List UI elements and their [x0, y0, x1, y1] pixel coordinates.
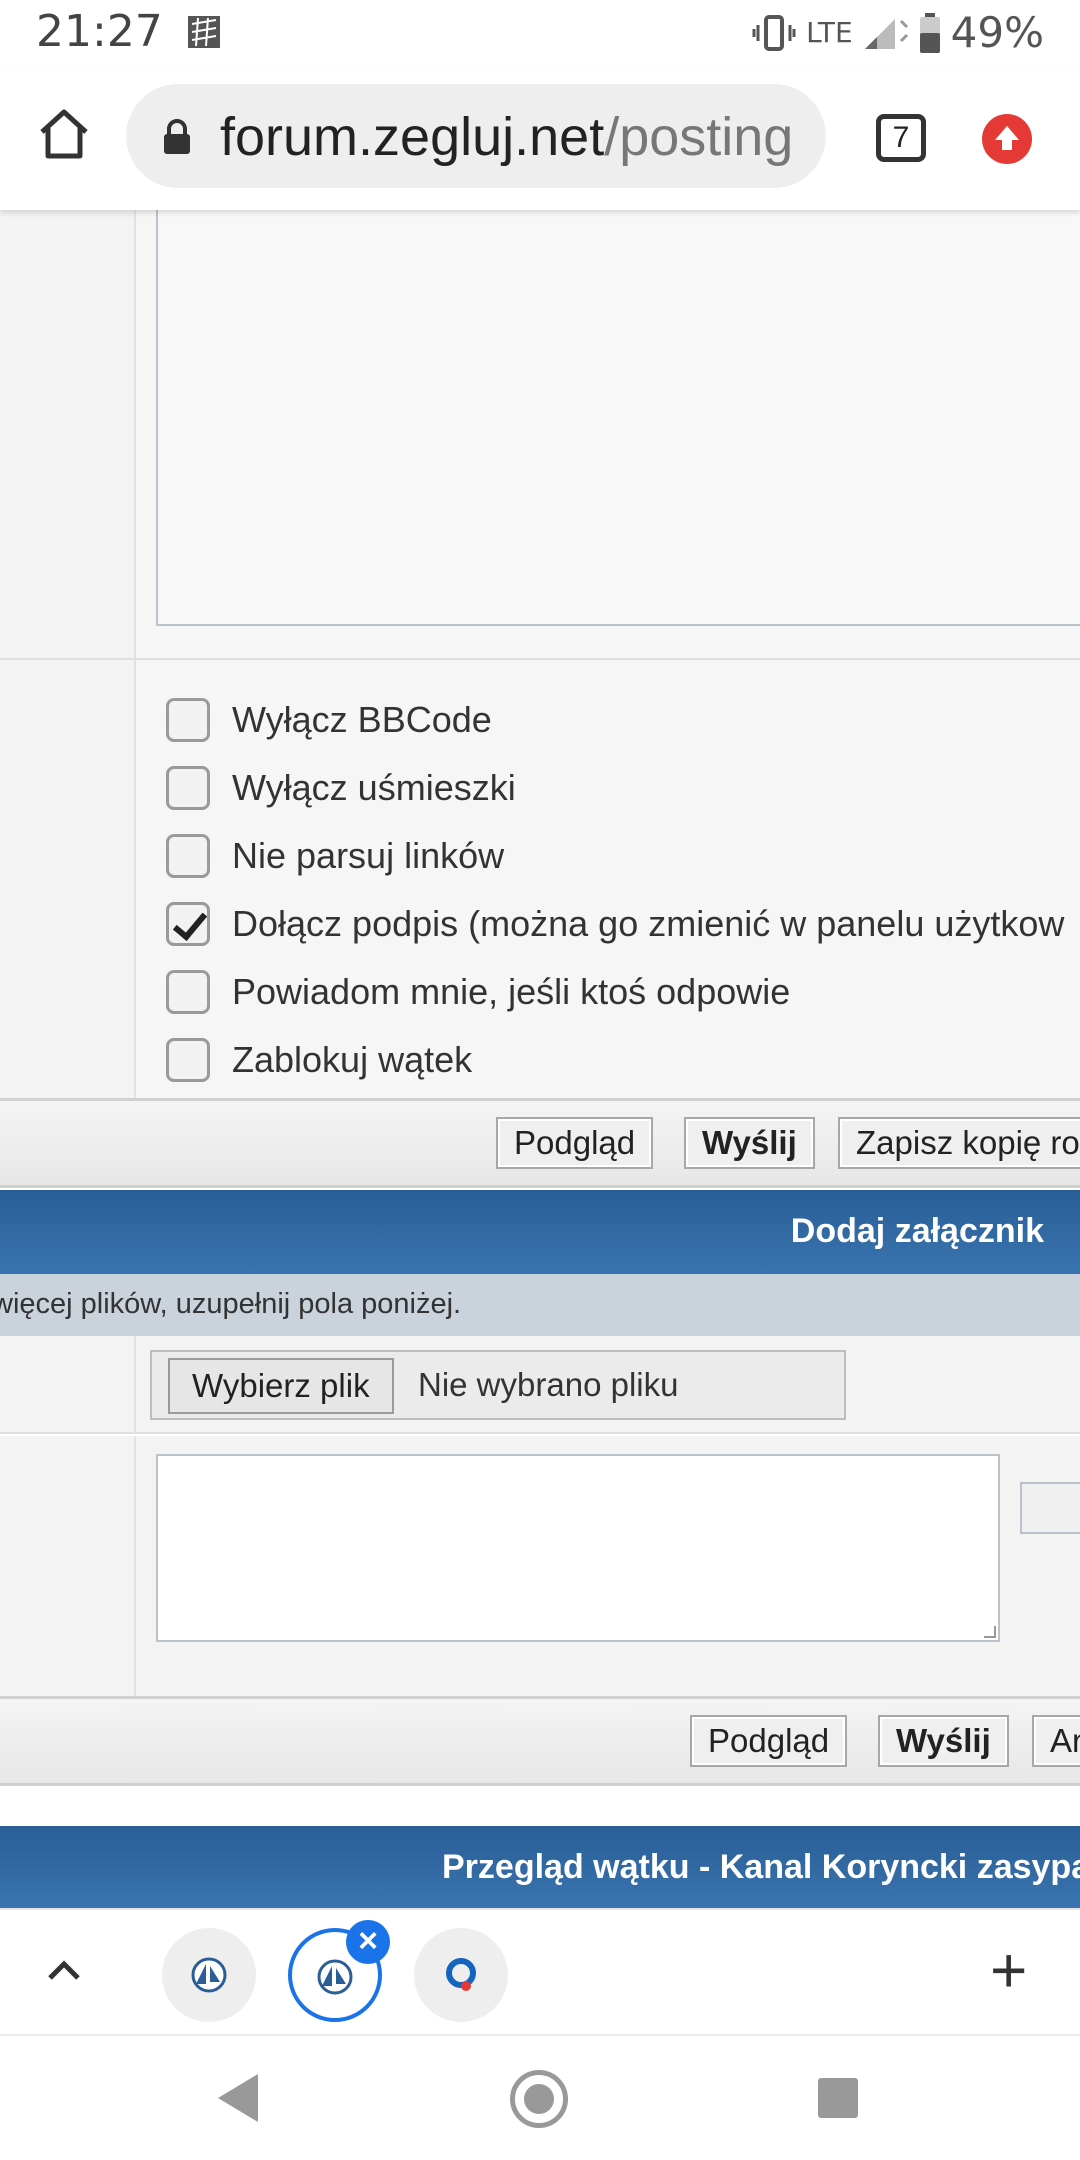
message-textarea[interactable]: [156, 210, 1080, 626]
add-file-button[interactable]: [1020, 1482, 1080, 1534]
file-comment-row: [0, 1436, 1080, 1700]
url-path: /posting: [604, 107, 794, 167]
option-disable-bbcode[interactable]: Wyłącz BBCode: [166, 694, 492, 746]
status-time: 21:27: [36, 6, 163, 57]
option-disable-smilies[interactable]: Wyłącz uśmieszki: [166, 762, 516, 814]
site-logo-icon: [446, 1958, 476, 1991]
file-status: Nie wybrano pliku: [418, 1366, 679, 1403]
checkbox[interactable]: [166, 834, 210, 878]
option-label: Nie parsuj linków: [232, 835, 505, 876]
thread-review-header: Przegląd wątku - Kanal Koryncki zasypan: [0, 1826, 1080, 1908]
attachment-info-text: więcej plików, uzupełnij pola poniżej.: [0, 1288, 462, 1320]
attachment-title: Dodaj załącznik: [790, 1212, 1044, 1250]
checkbox[interactable]: [166, 970, 210, 1014]
option-lock-topic[interactable]: Zablokuj wątek: [166, 1034, 472, 1086]
browser-toolbar: forum.zegluj.net/posting 7: [0, 66, 1080, 210]
chevron-up-icon[interactable]: [44, 1950, 84, 1990]
url-host: forum.zegluj.net: [220, 107, 605, 167]
update-icon[interactable]: [982, 114, 1032, 164]
checkbox[interactable]: [166, 698, 210, 742]
file-input[interactable]: Wybierz plik Nie wybrano pliku: [150, 1350, 846, 1420]
status-bar: 21:27 LTE 49%: [0, 0, 1080, 66]
file-comment-textarea[interactable]: [156, 1454, 1000, 1642]
checkbox-checked[interactable]: [166, 902, 210, 946]
lock-icon: [164, 119, 190, 154]
submit-buttons-bottom: Podgląd Wyślij An: [0, 1696, 1080, 1786]
home-circle-icon[interactable]: [510, 2070, 568, 2128]
vibrate-icon: [752, 14, 796, 51]
close-icon[interactable]: ×: [346, 1920, 390, 1964]
attachment-info: więcej plików, uzupełnij pola poniżej.: [0, 1274, 1080, 1336]
system-nav-bar: [0, 2034, 1080, 2160]
option-label: Wyłącz uśmieszki: [232, 767, 516, 808]
resize-handle[interactable]: [984, 1626, 996, 1638]
battery-icon: [919, 12, 940, 53]
page-content: Wyłącz BBCode Wyłącz uśmieszki Nie parsu…: [0, 210, 1080, 1908]
preview-button[interactable]: Podgląd: [496, 1117, 654, 1169]
option-label: Dołącz podpis (można go zmienić w panelu…: [232, 903, 1065, 944]
left-column: [0, 1336, 136, 1432]
message-row: [0, 210, 1080, 658]
file-row: Wybierz plik Nie wybrano pliku: [0, 1336, 1080, 1434]
preview-button[interactable]: Podgląd: [690, 1715, 848, 1767]
network-type: LTE: [806, 16, 853, 49]
save-draft-button[interactable]: Zapisz kopię ro: [838, 1117, 1080, 1169]
submit-button[interactable]: Wyślij: [684, 1117, 815, 1169]
status-right: LTE 49%: [752, 8, 1044, 57]
option-attach-signature[interactable]: Dołącz podpis (można go zmienić w panelu…: [166, 898, 1064, 950]
home-icon[interactable]: [36, 106, 92, 162]
submit-buttons-top: Podgląd Wyślij Zapisz kopię ro: [0, 1098, 1080, 1188]
signal-icon: [864, 18, 908, 49]
post-options: Wyłącz BBCode Wyłącz uśmieszki Nie parsu…: [0, 658, 1080, 1104]
option-disable-links[interactable]: Nie parsuj linków: [166, 830, 504, 882]
option-label: Wyłącz BBCode: [232, 699, 492, 740]
option-notify-reply[interactable]: Powiadom mnie, jeśli ktoś odpowie: [166, 966, 790, 1018]
recent-apps-icon[interactable]: [818, 2078, 858, 2118]
sail-logo-icon: [191, 1957, 227, 1993]
tab-thumbnail[interactable]: [414, 1928, 508, 2022]
thread-review-title: Przegląd wątku - Kanal Koryncki zasypan: [442, 1848, 1080, 1886]
back-icon[interactable]: [218, 2074, 258, 2122]
submit-button[interactable]: Wyślij: [878, 1715, 1009, 1767]
arrow-up-icon: [995, 126, 1019, 150]
notification-icon: [188, 16, 220, 48]
cancel-button[interactable]: An: [1032, 1715, 1080, 1767]
url-text: forum.zegluj.net/posting: [220, 106, 793, 168]
checkbox[interactable]: [166, 1038, 210, 1082]
new-tab-button[interactable]: +: [990, 1938, 1027, 2002]
tab-switcher-button[interactable]: 7: [876, 114, 926, 162]
left-column: [0, 210, 136, 658]
option-label: Zablokuj wątek: [232, 1039, 473, 1080]
option-label: Powiadom mnie, jeśli ktoś odpowie: [232, 971, 791, 1012]
attachment-header: Dodaj załącznik: [0, 1190, 1080, 1274]
battery-percent: 49%: [950, 8, 1044, 57]
checkbox[interactable]: [166, 766, 210, 810]
tab-thumbnail[interactable]: [162, 1928, 256, 2022]
tab-strip: × +: [0, 1908, 1080, 2034]
left-column: [0, 660, 136, 1104]
choose-file-button[interactable]: Wybierz plik: [168, 1358, 394, 1414]
url-bar[interactable]: forum.zegluj.net/posting: [126, 84, 826, 188]
left-column: [0, 1436, 136, 1700]
